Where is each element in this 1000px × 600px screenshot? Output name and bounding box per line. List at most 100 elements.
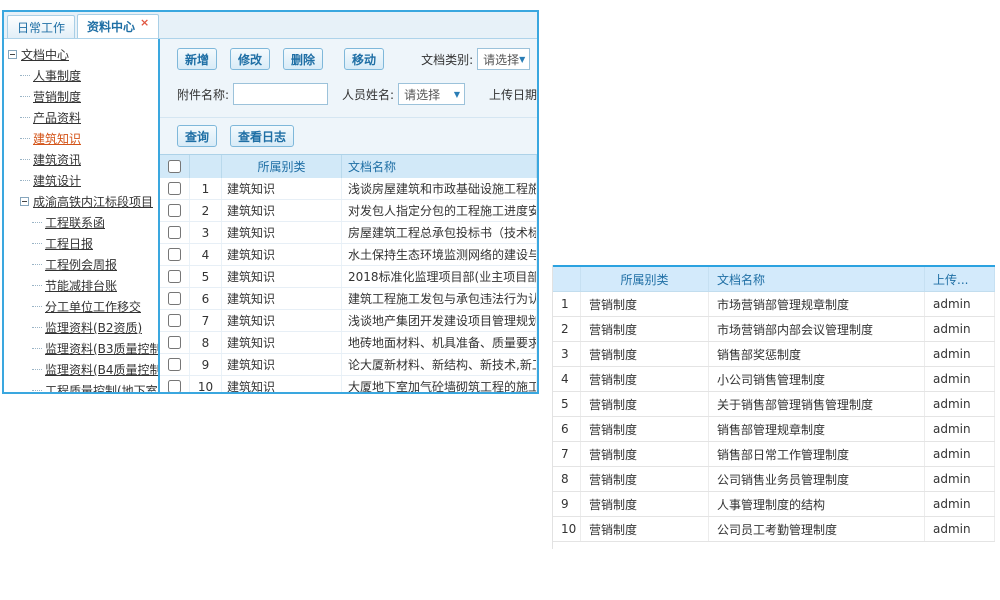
tree-item[interactable]: 建筑知识 <box>8 128 158 149</box>
table-row[interactable]: 2 营销制度 市场营销部内部会议管理制度 admin <box>553 317 995 342</box>
collapse-icon[interactable] <box>8 50 17 59</box>
tree-item-label: 建筑设计 <box>33 172 81 189</box>
tree-item[interactable]: 工程质量控制(地下室) <box>8 380 158 392</box>
tree-item[interactable]: 节能减排台账 <box>8 275 158 296</box>
row-checkbox[interactable] <box>168 270 181 283</box>
select-all-checkbox[interactable] <box>168 160 181 173</box>
table-row[interactable]: 5 营销制度 关于销售部管理销售管理制度 admin <box>553 392 995 417</box>
select-value: 请选择 <box>404 86 440 103</box>
uploader-column-header: 上传... <box>925 267 995 291</box>
row-checkbox[interactable] <box>168 182 181 195</box>
table-row[interactable]: 6 建筑知识 建筑工程施工发包与承包违法行为认定... <box>160 288 537 310</box>
table-row[interactable]: 4 建筑知识 水土保持生态环境监测网络的建设与资... <box>160 244 537 266</box>
row-number: 6 <box>190 288 222 309</box>
modify-button[interactable]: 修改 <box>230 48 270 70</box>
tree-item[interactable]: 产品资料 <box>8 107 158 128</box>
row-number: 1 <box>553 292 581 316</box>
row-number: 3 <box>190 222 222 243</box>
row-doc-name: 销售部奖惩制度 <box>709 342 925 366</box>
table-row[interactable]: 1 建筑知识 浅谈房屋建筑和市政基础设施工程施工... <box>160 178 537 200</box>
attachment-name-input[interactable] <box>233 83 328 105</box>
row-checkbox[interactable] <box>168 336 181 349</box>
row-category: 建筑知识 <box>222 266 342 287</box>
row-number: 6 <box>553 417 581 441</box>
table-row[interactable]: 4 营销制度 小公司销售管理制度 admin <box>553 367 995 392</box>
row-checkbox[interactable] <box>168 292 181 305</box>
tree-connector <box>32 327 42 328</box>
tree-item[interactable]: 人事制度 <box>8 65 158 86</box>
tree-connector <box>32 222 42 223</box>
tree-item-label: 分工单位工作移交 <box>45 298 141 315</box>
tree-item-label: 监理资料(B4质量控制) <box>45 361 158 378</box>
tree-item[interactable]: 监理资料(B2资质) <box>8 317 158 338</box>
tree-item[interactable]: 文档中心 <box>8 44 158 65</box>
delete-button[interactable]: 删除 <box>283 48 323 70</box>
table-row[interactable]: 7 营销制度 销售部日常工作管理制度 admin <box>553 442 995 467</box>
tree-item[interactable]: 监理资料(B4质量控制) <box>8 359 158 380</box>
add-button[interactable]: 新增 <box>177 48 217 70</box>
tree-item-label: 建筑资讯 <box>33 151 81 168</box>
num-column-header <box>553 267 581 291</box>
table-row[interactable]: 5 建筑知识 2018标准化监理项目部(业主项目部)人员... <box>160 266 537 288</box>
window-body: 文档中心 人事制度 营销制度 产品资料 建筑知识 <box>4 39 537 392</box>
collapse-icon[interactable] <box>20 197 29 206</box>
tab-daily-work[interactable]: 日常工作 <box>7 15 75 38</box>
row-uploader: admin <box>925 317 995 341</box>
doc-name-column-header: 文档名称 <box>342 155 537 178</box>
row-uploader: admin <box>925 417 995 441</box>
table-row[interactable]: 9 营销制度 人事管理制度的结构 admin <box>553 492 995 517</box>
tree-item-label: 监理资料(B2资质) <box>45 319 142 336</box>
table-row[interactable]: 3 营销制度 销售部奖惩制度 admin <box>553 342 995 367</box>
tree-connector <box>32 306 42 307</box>
table-row[interactable]: 1 营销制度 市场营销部管理规章制度 admin <box>553 292 995 317</box>
table-row[interactable]: 6 营销制度 销售部管理规章制度 admin <box>553 417 995 442</box>
row-checkbox[interactable] <box>168 314 181 327</box>
close-icon[interactable]: × <box>140 16 149 29</box>
tree-item-label: 节能减排台账 <box>45 277 117 294</box>
tree-item-label: 营销制度 <box>33 88 81 105</box>
tree-item[interactable]: 工程联系函 <box>8 212 158 233</box>
attachment-name-label: 附件名称: <box>177 86 229 103</box>
doc-name-column-header: 文档名称 <box>709 267 925 291</box>
table-row[interactable]: 8 营销制度 公司销售业务员管理制度 admin <box>553 467 995 492</box>
row-doc-name: 市场营销部内部会议管理制度 <box>709 317 925 341</box>
tree-item-label: 文档中心 <box>21 46 69 63</box>
move-button[interactable]: 移动 <box>344 48 384 70</box>
tree-item[interactable]: 建筑设计 <box>8 170 158 191</box>
person-name-select[interactable]: 请选择 ▼ <box>398 83 465 105</box>
table-row[interactable]: 7 建筑知识 浅谈地产集团开发建设项目管理规划编... <box>160 310 537 332</box>
table-row[interactable]: 10 建筑知识 大厦地下室加气砼墙砌筑工程的施工方... <box>160 376 537 394</box>
row-checkbox[interactable] <box>168 226 181 239</box>
row-checkbox[interactable] <box>168 358 181 371</box>
row-doc-name: 关于销售部管理销售管理制度 <box>709 392 925 416</box>
tree-connector <box>20 180 30 181</box>
view-log-button[interactable]: 查看日志 <box>230 125 294 147</box>
tab-bar: 日常工作 资料中心 × <box>4 12 537 39</box>
tree-item[interactable]: 成渝高铁内江标段项目 <box>8 191 158 212</box>
chevron-down-icon: ▼ <box>454 90 460 99</box>
table-row[interactable]: 10 营销制度 公司员工考勤管理制度 admin <box>553 517 995 542</box>
row-number: 5 <box>190 266 222 287</box>
row-checkbox[interactable] <box>168 248 181 261</box>
tree-item-label: 工程质量控制(地下室) <box>45 382 158 392</box>
doc-category-select[interactable]: 请选择 ▼ <box>477 48 530 70</box>
tree-item-label: 监理资料(B3质量控制) <box>45 340 158 357</box>
row-category: 营销制度 <box>581 467 709 491</box>
row-checkbox[interactable] <box>168 204 181 217</box>
row-doc-name: 建筑工程施工发包与承包违法行为认定... <box>342 288 537 309</box>
row-doc-name: 销售部管理规章制度 <box>709 417 925 441</box>
table-row[interactable]: 3 建筑知识 房屋建筑工程总承包投标书（技术标）... <box>160 222 537 244</box>
table-row[interactable]: 8 建筑知识 地砖地面材料、机具准备、质量要求及... <box>160 332 537 354</box>
table-row[interactable]: 9 建筑知识 论大厦新材料、新结构、新技术,新工艺... <box>160 354 537 376</box>
tree-item[interactable]: 工程日报 <box>8 233 158 254</box>
document-table: 所属别类 文档名称 1 建筑知识 浅谈房屋建筑和市政基础设施工程施工... 2 … <box>160 154 537 392</box>
tree-item[interactable]: 监理资料(B3质量控制) <box>8 338 158 359</box>
query-button[interactable]: 查询 <box>177 125 217 147</box>
tree-item[interactable]: 建筑资讯 <box>8 149 158 170</box>
tree-item[interactable]: 工程例会周报 <box>8 254 158 275</box>
tab-data-center[interactable]: 资料中心 × <box>77 14 159 38</box>
row-checkbox[interactable] <box>168 380 181 393</box>
table-row[interactable]: 2 建筑知识 对发包人指定分包的工程施工进度安排... <box>160 200 537 222</box>
tree-item[interactable]: 营销制度 <box>8 86 158 107</box>
tree-item[interactable]: 分工单位工作移交 <box>8 296 158 317</box>
